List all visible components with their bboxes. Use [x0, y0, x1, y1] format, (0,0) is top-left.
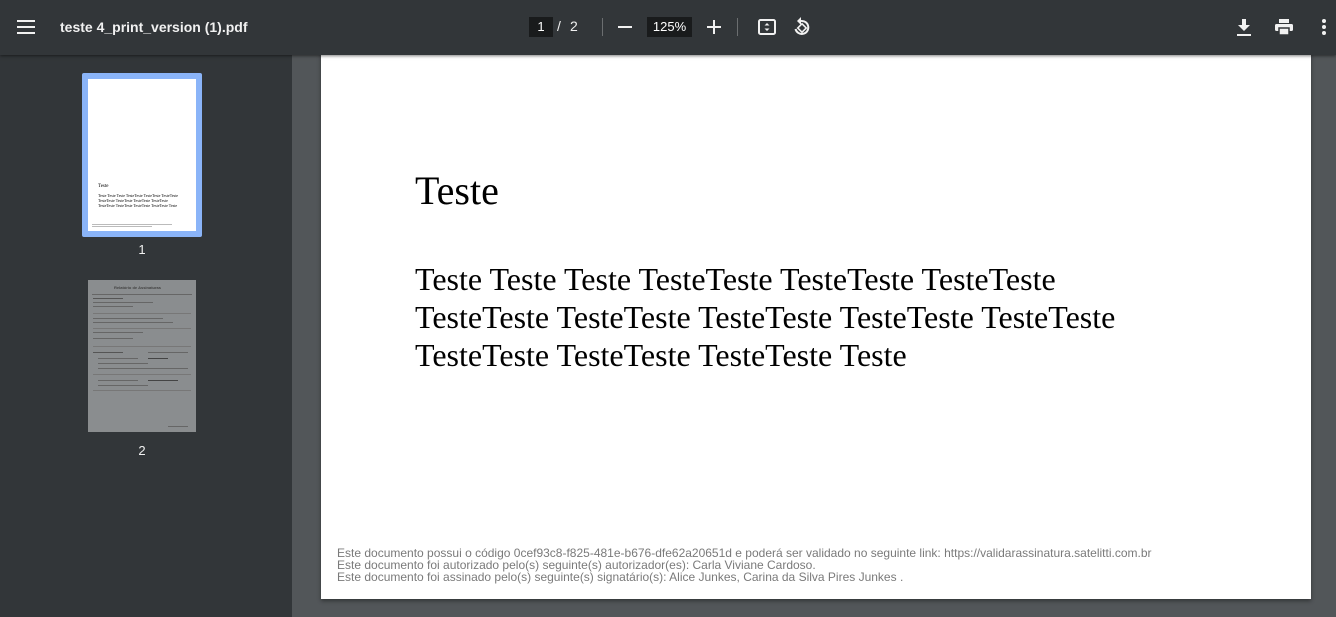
zoom-out-button[interactable] [611, 13, 639, 41]
thumbnail-line [93, 306, 133, 307]
thumbnail-line [148, 358, 168, 359]
rotate-button[interactable] [788, 13, 816, 41]
thumbnail-heading: Teste [98, 184, 109, 189]
page-thumbnail-1[interactable]: Teste Teste Teste Teste TesteTeste Teste… [82, 73, 202, 237]
page-total: 2 [570, 18, 578, 34]
thumbnail-line [168, 426, 188, 427]
thumbnail-line [98, 358, 138, 359]
thumbnail-heading: Relatório de Assinaturas [114, 285, 161, 290]
print-button[interactable] [1270, 13, 1298, 41]
thumbnail-text: Teste Teste Teste TesteTeste TesteTeste … [98, 193, 179, 208]
footer-line-signers: Este documento foi assinado pelo(s) segu… [337, 570, 904, 584]
thumbnail-line [93, 338, 133, 339]
thumbnail-line [93, 322, 173, 323]
toolbar-divider [737, 18, 738, 36]
zoom-in-button[interactable] [700, 13, 728, 41]
thumbnail-line [98, 368, 188, 369]
thumbnail-line [93, 313, 191, 314]
more-vert-icon [1322, 19, 1326, 35]
thumbnail-line [93, 302, 153, 303]
page-thumbnail-2[interactable]: Relatório de Assinaturas [88, 280, 196, 432]
thumbnail-line [98, 380, 138, 381]
download-button[interactable] [1230, 13, 1258, 41]
thumbnail-footer-line [92, 224, 172, 225]
thumbnail-line [98, 363, 148, 364]
page-heading: Teste [415, 168, 499, 213]
thumbnail-line [93, 332, 143, 333]
zoom-in-icon [707, 20, 721, 34]
thumbnail-line [93, 390, 191, 391]
thumbnail-line [93, 346, 191, 347]
page-body-text: Teste Teste Teste TesteTeste TesteTeste … [415, 261, 1116, 373]
thumbnail-line [93, 352, 123, 353]
toolbar-divider [602, 18, 603, 36]
menu-button[interactable] [12, 13, 40, 41]
thumbnail-footer-line [92, 226, 152, 227]
rotate-icon [794, 17, 810, 35]
thumbnail-label-2: 2 [138, 443, 146, 458]
zoom-input[interactable]: 125% [647, 17, 692, 37]
thumbnail-page: Teste Teste Teste Teste TesteTeste Teste… [88, 79, 196, 231]
thumbnail-line [93, 374, 191, 375]
fit-page-button[interactable] [753, 13, 781, 41]
thumbnail-line [98, 385, 148, 386]
pdf-page-1: Teste Teste Teste Teste TesteTeste Teste… [321, 40, 1311, 599]
page-number-input[interactable]: 1 [529, 17, 553, 37]
page-footer: Este documento possui o código 0cef93c8-… [337, 547, 1152, 583]
thumbnail-line [93, 298, 123, 299]
document-title: teste 4_print_version (1).pdf [60, 19, 248, 35]
pdf-toolbar: teste 4_print_version (1).pdf 1 / 2 125% [0, 0, 1336, 55]
print-icon [1275, 19, 1293, 35]
thumbnail-line [148, 380, 178, 381]
page-separator: / [557, 18, 561, 34]
menu-icon [17, 20, 35, 34]
thumbnail-line [148, 352, 188, 353]
thumbnail-line [93, 328, 191, 329]
zoom-out-icon [618, 26, 632, 28]
thumbnail-rule [92, 294, 192, 295]
more-options-button[interactable] [1310, 13, 1336, 41]
thumbnail-label-1: 1 [138, 242, 146, 257]
fit-page-icon [758, 19, 776, 35]
thumbnail-line [93, 318, 163, 319]
download-icon [1237, 18, 1251, 36]
